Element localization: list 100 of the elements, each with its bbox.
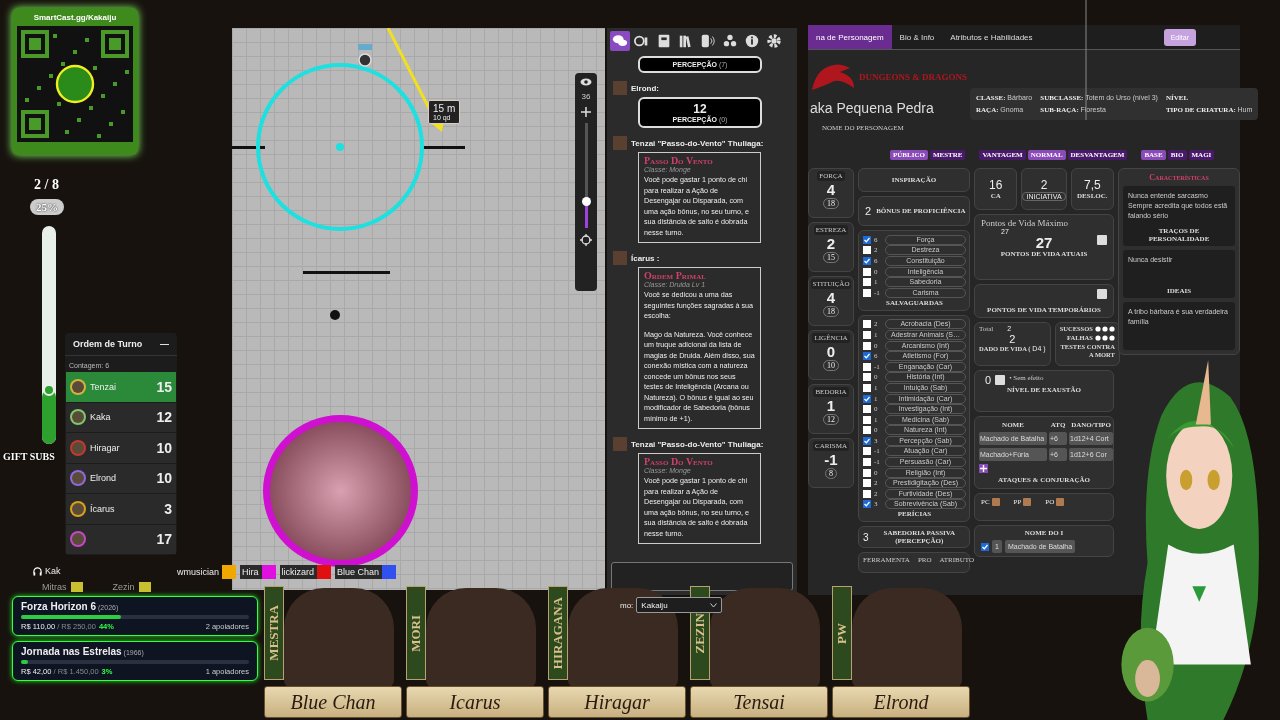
plus-icon[interactable] [581, 107, 591, 117]
character-name[interactable]: aka Pequena Pedra [810, 100, 970, 116]
speed-value: 7,5 [1083, 178, 1101, 192]
sheet-tab[interactable]: Atributos e Habilidades [942, 25, 1041, 49]
checkbox[interactable] [863, 415, 871, 424]
name-scroll: Elrond [832, 686, 970, 718]
name-tag: Zezin [112, 582, 135, 592]
checkbox[interactable] [863, 479, 871, 488]
turn-entry[interactable]: 17 [66, 524, 176, 554]
avatar-thumbnail [613, 136, 627, 150]
eye-icon[interactable] [580, 78, 592, 86]
checkbox[interactable] [863, 288, 871, 297]
circles-icon [722, 33, 738, 49]
coin-icon [1056, 498, 1065, 506]
name-tag: wmusician [175, 565, 236, 579]
ability-modifier: 0 [826, 343, 836, 360]
checkbox[interactable] [863, 447, 871, 456]
speak-as-select[interactable]: Kakaiju [636, 597, 723, 613]
avatar-thumbnail [613, 81, 627, 95]
checkbox[interactable] [863, 426, 871, 435]
collapse-button[interactable]: — [160, 339, 169, 349]
turn-entry[interactable]: Hiragar 10 [66, 433, 176, 463]
checkbox[interactable] [863, 405, 871, 414]
checkbox[interactable] [863, 436, 871, 445]
sheet-tab[interactable]: na de Personagem [808, 25, 892, 49]
token-marker[interactable] [358, 44, 372, 67]
book-icon [656, 33, 672, 49]
qr-url[interactable]: SmartCast.gg/Kakaiju [33, 13, 117, 22]
avatar-thumbnail [613, 437, 627, 451]
ability-modifier: 4 [826, 289, 836, 306]
ability-modifier: 4 [826, 181, 836, 198]
crosshair-icon[interactable] [580, 234, 592, 246]
section-title: Características [1148, 173, 1210, 182]
now-playing-text: Kak [45, 566, 61, 576]
armor-class-value: 16 [989, 178, 1003, 192]
checkbox[interactable] [863, 362, 871, 371]
turn-entry[interactable]: Elrond 10 [66, 463, 176, 493]
checkbox[interactable] [863, 278, 871, 287]
role-tag: MESTRA [264, 586, 284, 680]
speak-as-label: mo: [620, 600, 634, 610]
checkbox[interactable] [863, 352, 871, 361]
zoom-value: 36 [581, 92, 591, 101]
roll-result: 12 [693, 102, 707, 116]
dragon-icon [810, 62, 856, 92]
initiative-value: 2 [1040, 177, 1048, 192]
game-logo: DUNGEONS & DRAGONS [859, 72, 967, 82]
checkbox[interactable] [863, 373, 871, 382]
checkbox[interactable] [863, 468, 871, 477]
books-icon [678, 33, 694, 49]
chat-input[interactable] [611, 562, 793, 591]
zoom-slider[interactable] [584, 123, 588, 228]
ability-modifier: 2 [826, 235, 836, 252]
token-marker[interactable] [330, 310, 340, 320]
feature-title: Passo Do Vento [644, 155, 714, 166]
name-tag: lickizard [279, 565, 332, 579]
checkbox[interactable] [863, 257, 871, 265]
passive-value: 3 [863, 531, 869, 543]
checkbox[interactable] [863, 341, 871, 350]
chevron-down-icon [710, 602, 718, 608]
save-circles[interactable] [1094, 335, 1115, 341]
checkbox[interactable] [863, 500, 871, 509]
ability-modifier: -1 [824, 451, 838, 468]
chat-tab[interactable] [764, 31, 784, 51]
sender-name: Tenzai "Passo-do-Vento" Thuliaga: [631, 439, 764, 449]
chat-tab[interactable] [610, 31, 630, 51]
checkbox[interactable] [863, 330, 871, 339]
sub-count: 2 / 8 [34, 177, 59, 193]
save-circles[interactable] [1094, 326, 1115, 332]
avatar-thumbnail [613, 251, 627, 265]
panel-title: Ordem de Turno [73, 339, 143, 349]
checkbox[interactable] [863, 383, 871, 392]
settings-icon [766, 33, 782, 49]
sender-name: Elrond: [631, 83, 659, 93]
spinner-control[interactable] [995, 375, 1006, 385]
checkbox[interactable] [981, 542, 989, 551]
checkbox[interactable] [863, 235, 871, 244]
name-tag: Hira [240, 565, 276, 579]
field-label: Pontos de Vida Máximo [981, 218, 1070, 228]
checkbox[interactable] [863, 458, 871, 467]
coin-icon [991, 498, 1000, 506]
checkbox[interactable] [863, 246, 871, 255]
proficiency-value: 2 [865, 205, 872, 217]
feature-title: Ordem Primal [644, 270, 707, 281]
role-tag: HIRAGANA [548, 586, 568, 680]
turn-entry[interactable]: Kaka 12 [66, 402, 176, 432]
name-scroll: Hiragar [548, 686, 686, 718]
checkbox[interactable] [863, 320, 871, 329]
info-icon [744, 33, 760, 49]
checkbox[interactable] [863, 489, 871, 498]
name-scroll: Icarus [406, 686, 544, 718]
checkbox[interactable] [863, 267, 871, 276]
chat-bubbles-icon [612, 33, 628, 49]
role-tag: MORI [406, 586, 426, 680]
hit-dice-value: 2 [1008, 333, 1017, 345]
add-button[interactable] [979, 464, 988, 473]
checkbox[interactable] [863, 394, 871, 403]
coin-icon [1023, 498, 1032, 506]
turn-entry[interactable]: Tenzai 15 [66, 372, 176, 402]
turn-entry[interactable]: Ícarus 3 [66, 494, 176, 524]
sheet-tab[interactable]: Bio & Info [891, 25, 943, 49]
